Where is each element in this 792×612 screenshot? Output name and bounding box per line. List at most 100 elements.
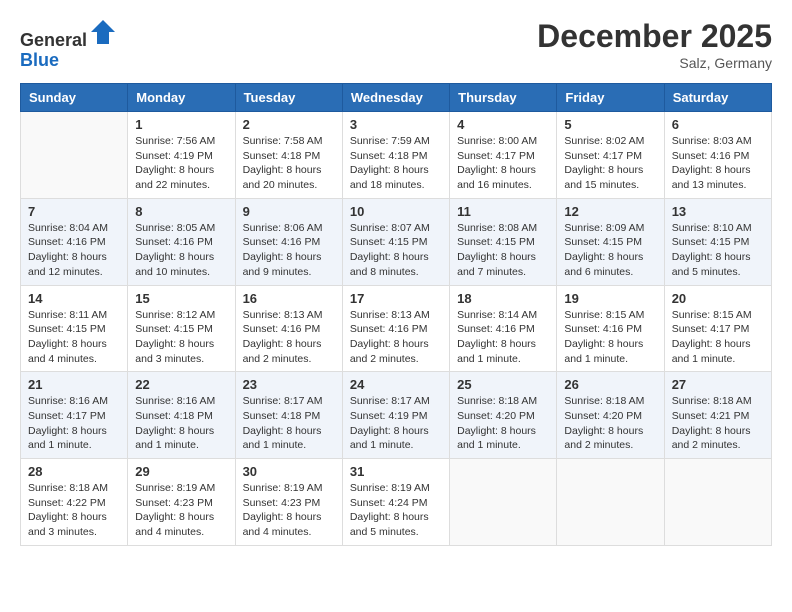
day-number: 25: [457, 377, 549, 392]
day-number: 9: [243, 204, 335, 219]
day-number: 15: [135, 291, 227, 306]
day-number: 23: [243, 377, 335, 392]
day-info: Sunrise: 8:13 AMSunset: 4:16 PMDaylight:…: [243, 308, 335, 367]
logo: General Blue: [20, 18, 117, 71]
day-info: Sunrise: 8:19 AMSunset: 4:23 PMDaylight:…: [243, 481, 335, 540]
calendar-cell: 6Sunrise: 8:03 AMSunset: 4:16 PMDaylight…: [664, 112, 771, 199]
calendar-cell: 7Sunrise: 8:04 AMSunset: 4:16 PMDaylight…: [21, 198, 128, 285]
day-info: Sunrise: 8:18 AMSunset: 4:20 PMDaylight:…: [564, 394, 656, 453]
calendar-header-row: SundayMondayTuesdayWednesdayThursdayFrid…: [21, 84, 772, 112]
calendar-cell: 22 Sunrise: 8:16 AMSunset: 4:18 PMDayligh…: [128, 372, 235, 459]
calendar-cell: 8 Sunrise: 8:05 AMSunset: 4:16 PMDaylight…: [128, 198, 235, 285]
day-number: 18: [457, 291, 549, 306]
calendar-week-row: 21Sunrise: 8:16 AMSunset: 4:17 PMDayligh…: [21, 372, 772, 459]
calendar-cell: [664, 459, 771, 546]
column-header-tuesday: Tuesday: [235, 84, 342, 112]
calendar-cell: 20 Sunrise: 8:15 AMSunset: 4:17 PMDayligh…: [664, 285, 771, 372]
calendar-cell: 27 Sunrise: 8:18 AMSunset: 4:21 PMDayligh…: [664, 372, 771, 459]
day-info: Sunrise: 8:10 AMSunset: 4:15 PMDaylight:…: [672, 221, 764, 280]
day-number: 29: [135, 464, 227, 479]
calendar-cell: 13 Sunrise: 8:10 AMSunset: 4:15 PMDayligh…: [664, 198, 771, 285]
day-number: 19: [564, 291, 656, 306]
calendar-cell: 26 Sunrise: 8:18 AMSunset: 4:20 PMDayligh…: [557, 372, 664, 459]
day-number: 27: [672, 377, 764, 392]
calendar-cell: 29 Sunrise: 8:19 AMSunset: 4:23 PMDayligh…: [128, 459, 235, 546]
calendar-cell: 5Sunrise: 8:02 AMSunset: 4:17 PMDaylight…: [557, 112, 664, 199]
day-info: Sunrise: 8:19 AMSunset: 4:24 PMDaylight:…: [350, 481, 442, 540]
day-number: 3: [350, 117, 442, 132]
calendar-cell: 15 Sunrise: 8:12 AMSunset: 4:15 PMDayligh…: [128, 285, 235, 372]
day-number: 24: [350, 377, 442, 392]
calendar-cell: 31 Sunrise: 8:19 AMSunset: 4:24 PMDayligh…: [342, 459, 449, 546]
day-info: Sunrise: 8:14 AMSunset: 4:16 PMDaylight:…: [457, 308, 549, 367]
day-number: 22: [135, 377, 227, 392]
calendar-cell: 9 Sunrise: 8:06 AMSunset: 4:16 PMDaylight…: [235, 198, 342, 285]
day-number: 16: [243, 291, 335, 306]
day-info: Sunrise: 7:58 AMSunset: 4:18 PMDaylight:…: [243, 134, 335, 193]
day-info: Sunrise: 8:08 AMSunset: 4:15 PMDaylight:…: [457, 221, 549, 280]
calendar-cell: [557, 459, 664, 546]
day-info: Sunrise: 8:12 AMSunset: 4:15 PMDaylight:…: [135, 308, 227, 367]
column-header-friday: Friday: [557, 84, 664, 112]
column-header-saturday: Saturday: [664, 84, 771, 112]
calendar-cell: [21, 112, 128, 199]
column-header-wednesday: Wednesday: [342, 84, 449, 112]
page-header: General Blue December 2025 Salz, Germany: [10, 10, 782, 75]
title-area: December 2025 Salz, Germany: [537, 18, 772, 71]
calendar-week-row: 7Sunrise: 8:04 AMSunset: 4:16 PMDaylight…: [21, 198, 772, 285]
calendar-cell: 1Sunrise: 7:56 AMSunset: 4:19 PMDaylight…: [128, 112, 235, 199]
day-info: Sunrise: 8:05 AMSunset: 4:16 PMDaylight:…: [135, 221, 227, 280]
day-number: 13: [672, 204, 764, 219]
day-info: Sunrise: 8:18 AMSunset: 4:21 PMDaylight:…: [672, 394, 764, 453]
calendar-cell: 23Sunrise: 8:17 AMSunset: 4:18 PMDayligh…: [235, 372, 342, 459]
day-number: 4: [457, 117, 549, 132]
day-info: Sunrise: 8:16 AMSunset: 4:17 PMDaylight:…: [28, 394, 120, 453]
logo-icon: [89, 18, 117, 46]
day-number: 31: [350, 464, 442, 479]
day-info: Sunrise: 8:17 AMSunset: 4:19 PMDaylight:…: [350, 394, 442, 453]
column-header-thursday: Thursday: [450, 84, 557, 112]
day-info: Sunrise: 8:15 AMSunset: 4:17 PMDaylight:…: [672, 308, 764, 367]
calendar-cell: 2 Sunrise: 7:58 AMSunset: 4:18 PMDaylight…: [235, 112, 342, 199]
day-number: 8: [135, 204, 227, 219]
calendar-cell: 25 Sunrise: 8:18 AMSunset: 4:20 PMDayligh…: [450, 372, 557, 459]
day-number: 30: [243, 464, 335, 479]
calendar-cell: 28 Sunrise: 8:18 AMSunset: 4:22 PMDayligh…: [21, 459, 128, 546]
day-number: 2: [243, 117, 335, 132]
day-info: Sunrise: 7:59 AMSunset: 4:18 PMDaylight:…: [350, 134, 442, 193]
calendar-cell: 17Sunrise: 8:13 AMSunset: 4:16 PMDayligh…: [342, 285, 449, 372]
day-number: 20: [672, 291, 764, 306]
calendar-cell: 16 Sunrise: 8:13 AMSunset: 4:16 PMDayligh…: [235, 285, 342, 372]
day-info: Sunrise: 8:06 AMSunset: 4:16 PMDaylight:…: [243, 221, 335, 280]
day-info: Sunrise: 8:18 AMSunset: 4:20 PMDaylight:…: [457, 394, 549, 453]
day-info: Sunrise: 8:11 AMSunset: 4:15 PMDaylight:…: [28, 308, 120, 367]
calendar-cell: 10Sunrise: 8:07 AMSunset: 4:15 PMDayligh…: [342, 198, 449, 285]
day-number: 11: [457, 204, 549, 219]
day-number: 1: [135, 117, 227, 132]
day-info: Sunrise: 8:09 AMSunset: 4:15 PMDaylight:…: [564, 221, 656, 280]
day-number: 26: [564, 377, 656, 392]
calendar-cell: 24 Sunrise: 8:17 AMSunset: 4:19 PMDayligh…: [342, 372, 449, 459]
calendar-cell: 11 Sunrise: 8:08 AMSunset: 4:15 PMDayligh…: [450, 198, 557, 285]
day-info: Sunrise: 8:03 AMSunset: 4:16 PMDaylight:…: [672, 134, 764, 193]
logo-general-text: General: [20, 30, 87, 50]
day-number: 14: [28, 291, 120, 306]
calendar-cell: 18 Sunrise: 8:14 AMSunset: 4:16 PMDayligh…: [450, 285, 557, 372]
day-info: Sunrise: 8:13 AMSunset: 4:16 PMDaylight:…: [350, 308, 442, 367]
calendar-cell: 3 Sunrise: 7:59 AMSunset: 4:18 PMDaylight…: [342, 112, 449, 199]
day-info: Sunrise: 8:19 AMSunset: 4:23 PMDaylight:…: [135, 481, 227, 540]
column-header-sunday: Sunday: [21, 84, 128, 112]
day-info: Sunrise: 8:16 AMSunset: 4:18 PMDaylight:…: [135, 394, 227, 453]
calendar-cell: 21Sunrise: 8:16 AMSunset: 4:17 PMDayligh…: [21, 372, 128, 459]
day-number: 12: [564, 204, 656, 219]
calendar-week-row: 1Sunrise: 7:56 AMSunset: 4:19 PMDaylight…: [21, 112, 772, 199]
calendar-cell: 4Sunrise: 8:00 AMSunset: 4:17 PMDaylight…: [450, 112, 557, 199]
day-info: Sunrise: 8:04 AMSunset: 4:16 PMDaylight:…: [28, 221, 120, 280]
day-number: 28: [28, 464, 120, 479]
calendar-cell: [450, 459, 557, 546]
day-number: 10: [350, 204, 442, 219]
day-info: Sunrise: 8:15 AMSunset: 4:16 PMDaylight:…: [564, 308, 656, 367]
day-info: Sunrise: 8:18 AMSunset: 4:22 PMDaylight:…: [28, 481, 120, 540]
calendar-table: SundayMondayTuesdayWednesdayThursdayFrid…: [20, 83, 772, 546]
logo-blue-text: Blue: [20, 50, 59, 70]
